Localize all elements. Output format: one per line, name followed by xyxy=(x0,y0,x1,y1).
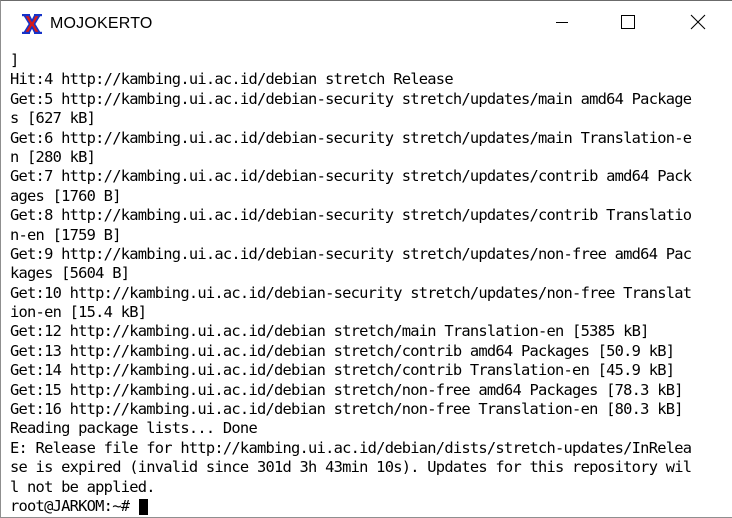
terminal-line: Get:8 http://kambing.ui.ac.id/debian-sec… xyxy=(10,206,692,225)
terminal-line: se is expired (invalid since 301d 3h 43m… xyxy=(10,458,692,477)
shell-prompt: root@JARKOM:~# xyxy=(10,496,138,515)
terminal-line: Reading package lists... Done xyxy=(10,419,258,438)
window-title: MOJOKERTO xyxy=(50,15,153,32)
terminal-line: Get:6 http://kambing.ui.ac.id/debian-sec… xyxy=(10,128,692,147)
terminal-line: Hit:4 http://kambing.ui.ac.id/debian str… xyxy=(10,70,454,89)
maximize-button[interactable] xyxy=(605,1,651,47)
text-cursor xyxy=(138,498,148,515)
terminal-line: l not be applied. xyxy=(10,477,156,496)
minimize-icon xyxy=(556,15,568,33)
terminal-lines: ] Hit:4 http://kambing.ui.ac.id/debian s… xyxy=(10,51,692,516)
terminal-window: MOJOKERTO ] Hit:4 http://kambing.ui.ac.i… xyxy=(0,0,732,518)
terminal-line: s [627 kB] xyxy=(10,109,96,128)
close-button[interactable] xyxy=(675,1,721,47)
terminal-line: E: Release file for http://kambing.ui.ac… xyxy=(10,438,692,457)
minimize-button[interactable] xyxy=(539,1,585,47)
terminal-line: ] xyxy=(10,51,19,69)
terminal-output[interactable]: ] Hit:4 http://kambing.ui.ac.id/debian s… xyxy=(1,47,732,517)
maximize-icon xyxy=(621,14,635,34)
terminal-line: Get:16 http://kambing.ui.ac.id/debian st… xyxy=(10,400,684,419)
terminal-line: Get:9 http://kambing.ui.ac.id/debian-sec… xyxy=(10,244,692,263)
close-icon xyxy=(690,14,706,35)
terminal-line: Get:13 http://kambing.ui.ac.id/debian st… xyxy=(10,341,675,360)
x-letter-icon[interactable] xyxy=(21,13,43,35)
terminal-line: ages [1760 B] xyxy=(10,186,121,205)
terminal-line: Get:14 http://kambing.ui.ac.id/debian st… xyxy=(10,361,675,380)
terminal-line: n [280 kB] xyxy=(10,147,96,166)
title-bar[interactable]: MOJOKERTO xyxy=(1,1,732,47)
terminal-line: Get:7 http://kambing.ui.ac.id/debian-sec… xyxy=(10,167,692,186)
terminal-line: Get:10 http://kambing.ui.ac.id/debian-se… xyxy=(10,283,692,302)
terminal-line: kages [5604 B] xyxy=(10,264,130,283)
terminal-line: Get:12 http://kambing.ui.ac.id/debian st… xyxy=(10,322,649,341)
terminal-line: Get:15 http://kambing.ui.ac.id/debian st… xyxy=(10,380,684,399)
terminal-line: ion-en [15.4 kB] xyxy=(10,303,147,322)
prompt-line[interactable]: root@JARKOM:~# xyxy=(10,497,691,516)
terminal-line: n-en [1759 B] xyxy=(10,225,121,244)
terminal-line: Get:5 http://kambing.ui.ac.id/debian-sec… xyxy=(10,89,692,108)
